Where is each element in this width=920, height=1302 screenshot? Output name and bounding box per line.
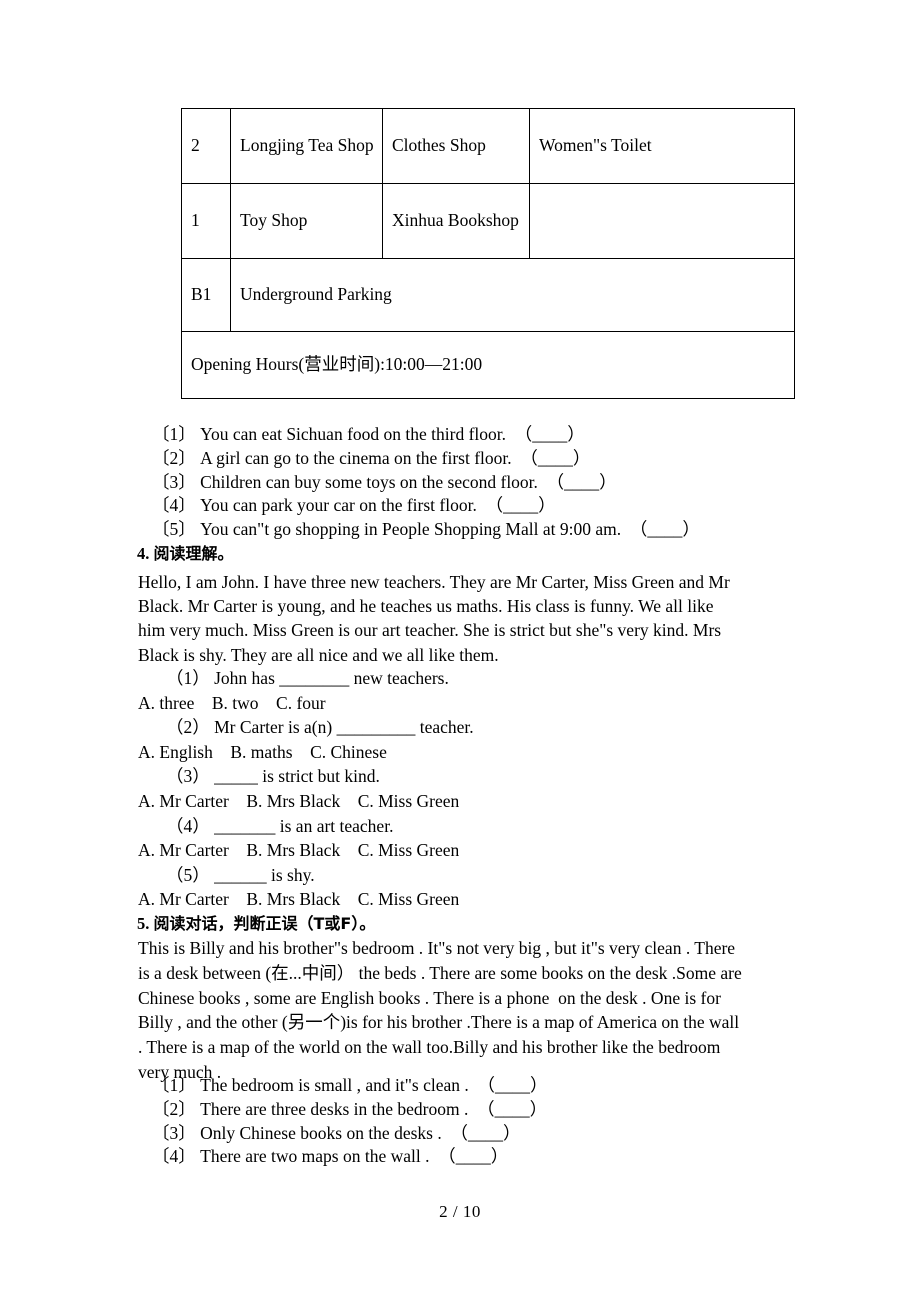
statement-text: A girl can go to the cinema on the first… [200, 447, 512, 468]
section4-heading-text: 阅读理解 [153, 544, 218, 563]
list-item: 〔4〕 There are two maps on the wall . （__… [152, 1145, 548, 1169]
answer-blank[interactable]: （____） [515, 424, 585, 444]
answer-blank[interactable]: （____） [547, 472, 617, 492]
question-options[interactable]: A. three B. two C. four [138, 691, 474, 716]
question-options[interactable]: A. Mr Carter B. Mrs Black C. Miss Green [138, 887, 474, 912]
statement-text: The bedroom is small , and it"s clean . [200, 1075, 469, 1095]
table-row: 2 Longjing Tea Shop Clothes Shop Women"s… [181, 108, 795, 184]
table-cell-floor: B1 [181, 258, 231, 332]
answer-blank[interactable]: （____） [438, 1146, 508, 1166]
list-item: 〔1〕 The bedroom is small , and it"s clea… [152, 1074, 548, 1098]
section5-heading: 5. 阅读对话，判断正误（T或F）。 [137, 913, 375, 935]
answer-blank[interactable]: （____） [520, 448, 590, 468]
statement-number: 〔4〕 [152, 495, 196, 516]
question-number: （1） [166, 668, 210, 688]
question-text[interactable]: John has ________ new teachers. [214, 668, 449, 688]
table-cell-shop-c [529, 183, 795, 259]
table-cell-shop-b: Clothes Shop [382, 108, 530, 184]
question-stem: （3） _____ is strict but kind. [152, 764, 474, 789]
table-row: 1 Toy Shop Xinhua Bookshop [181, 183, 795, 259]
statement-text: There are three desks in the bedroom . [200, 1098, 469, 1119]
table-cell-shop-c: Women"s Toilet [529, 108, 795, 184]
answer-blank[interactable]: （____） [486, 495, 556, 515]
statement-text: You can park your car on the first floor… [200, 495, 477, 516]
statement-number: 〔3〕 [152, 1122, 196, 1143]
question-stem: （5） ______ is shy. [152, 863, 474, 888]
list-item: 〔2〕 A girl can go to the cinema on the f… [152, 447, 700, 471]
list-item: 〔1〕 You can eat Sichuan food on the thir… [152, 423, 700, 447]
list-item: 〔2〕 There are three desks in the bedroom… [152, 1098, 548, 1122]
question-stem: （4） _______ is an art teacher. [152, 814, 474, 839]
statement-number: 〔5〕 [152, 519, 196, 540]
table-cell-floor: 2 [181, 108, 231, 184]
answer-blank[interactable]: （____） [630, 519, 700, 539]
question-text[interactable]: ______ is shy. [214, 865, 314, 885]
statement-number: 〔2〕 [152, 447, 196, 468]
passage-line: This is Billy and his brother"s bedroom … [138, 938, 736, 958]
document-page: 2 Longjing Tea Shop Clothes Shop Women"s… [0, 0, 920, 1302]
answer-blank[interactable]: （____） [450, 1123, 520, 1143]
list-item: 〔3〕 Children can buy some toys on the se… [152, 471, 700, 495]
statement-number: 〔1〕 [152, 424, 196, 444]
table-cell-parking: Underground Parking [230, 258, 795, 332]
list-item: 〔4〕 You can park your car on the first f… [152, 494, 700, 518]
section5-heading-text: 阅读对话，判断正误（T或F） [153, 914, 360, 933]
table-cell-opening-hours: Opening Hours(营业时间):10:00—21:00 [181, 331, 795, 399]
section5-heading-number: 5. [137, 914, 150, 933]
answer-blank[interactable]: （____） [478, 1075, 548, 1095]
passage-line: Hello, I am John. I have three new teach… [138, 572, 730, 592]
section4-passage: Hello, I am John. I have three new teach… [138, 570, 788, 667]
passage-line: Black. Mr Carter is young, and he teache… [138, 596, 714, 617]
statement-text: Children can buy some toys on the second… [200, 471, 538, 492]
question-stem: （2） Mr Carter is a(n) _________ teacher. [152, 715, 474, 740]
passage-line: Billy , and the other (另一个)is for his br… [138, 1012, 740, 1033]
list-item: 〔3〕 Only Chinese books on the desks . （_… [152, 1122, 548, 1146]
statement-number: 〔3〕 [152, 471, 196, 492]
statement-text: You can eat Sichuan food on the third fl… [200, 424, 507, 444]
shopping-mall-table: 2 Longjing Tea Shop Clothes Shop Women"s… [181, 108, 795, 399]
section4-heading-number: 4. [137, 544, 150, 563]
section5-statement-list: 〔1〕 The bedroom is small , and it"s clea… [152, 1074, 548, 1169]
statement-text: You can"t go shopping in People Shopping… [200, 519, 622, 540]
passage-line: Chinese books , some are English books .… [138, 987, 721, 1008]
statement-number: 〔4〕 [152, 1146, 196, 1167]
shopping-mall-table-container: 2 Longjing Tea Shop Clothes Shop Women"s… [181, 108, 795, 399]
table-cell-shop-a: Longjing Tea Shop [230, 108, 383, 184]
table-cell-floor: 1 [181, 183, 231, 259]
page-footer: 2 / 10 [439, 1202, 481, 1221]
question-text[interactable]: Mr Carter is a(n) _________ teacher. [214, 717, 474, 737]
question-options[interactable]: A. Mr Carter B. Mrs Black C. Miss Green [138, 789, 474, 814]
passage-line: . There is a map of the world on the wal… [138, 1037, 721, 1058]
section4-heading-punct: 。 [217, 544, 234, 563]
statement-text: Only Chinese books on the desks . [200, 1122, 442, 1143]
table-cell-shop-b: Xinhua Bookshop [382, 183, 530, 259]
passage-line: is a desk between (在...中间） the beds . Th… [138, 962, 742, 983]
section4-question-list: （1） John has ________ new teachers. A. t… [138, 666, 474, 912]
statement-text: There are two maps on the wall . [200, 1146, 430, 1167]
question-stem: （1） John has ________ new teachers. [152, 666, 474, 691]
question-number: （4） [166, 815, 210, 836]
question-text[interactable]: _______ is an art teacher. [214, 816, 393, 836]
question-options[interactable]: A. English B. maths C. Chinese [138, 740, 474, 765]
section4-heading: 4. 阅读理解。 [137, 543, 234, 565]
question-number: （2） [166, 717, 210, 738]
passage-line: Black is shy. They are all nice and we a… [138, 644, 499, 665]
statement-number: 〔1〕 [152, 1075, 196, 1095]
table-cell-shop-a: Toy Shop [230, 183, 383, 259]
table-row-opening-hours: Opening Hours(营业时间):10:00—21:00 [181, 331, 795, 399]
statement-number: 〔2〕 [152, 1098, 196, 1119]
list-item: 〔5〕 You can"t go shopping in People Shop… [152, 518, 700, 542]
table-row: B1 Underground Parking [181, 258, 795, 332]
section5-passage: This is Billy and his brother"s bedroom … [138, 936, 793, 1085]
passage-line: him very much. Miss Green is our art tea… [138, 620, 722, 641]
question-number: （5） [166, 864, 210, 885]
question-options[interactable]: A. Mr Carter B. Mrs Black C. Miss Green [138, 838, 474, 863]
question-number: （3） [166, 766, 210, 787]
question-text[interactable]: _____ is strict but kind. [214, 766, 380, 786]
section3-statement-list: 〔1〕 You can eat Sichuan food on the thir… [152, 423, 700, 542]
section5-heading-punct: 。 [359, 914, 376, 933]
answer-blank[interactable]: （____） [477, 1099, 547, 1119]
